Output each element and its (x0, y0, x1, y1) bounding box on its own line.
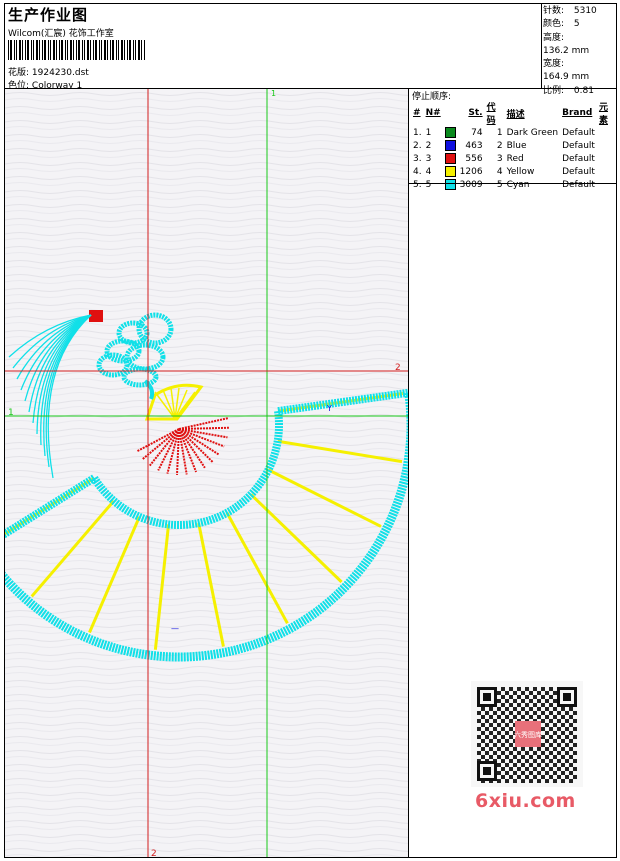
stop-row: 1. 1 74 1 Dark Green Default (411, 126, 617, 139)
row-swatch (443, 165, 458, 178)
row-element (597, 165, 617, 178)
row-brand: Default (562, 140, 595, 151)
row-element (597, 152, 617, 165)
color-swatch (444, 127, 456, 138)
col-n: N# (425, 108, 441, 118)
stop-row: 3. 3 556 3 Red Default (411, 152, 617, 165)
row-stitches: 556 (465, 153, 483, 164)
guide-label-h2: 2 (395, 363, 401, 373)
row-stitches: 463 (465, 140, 483, 151)
col-brand: Brand (562, 108, 593, 118)
row-element (597, 178, 617, 191)
row-desc: Dark Green (506, 127, 559, 138)
stat-width: 宽度: 164.9 mm (543, 59, 590, 83)
row-desc: Red (506, 153, 524, 164)
stitch-marker: Y (326, 404, 332, 413)
barcode (8, 40, 145, 60)
row-n: 5 (425, 179, 432, 190)
stitch-marker: — (171, 624, 179, 633)
color-swatch (444, 179, 456, 190)
row-desc: Blue (506, 140, 527, 151)
row-num: 1. (413, 127, 422, 138)
col-code: 代码 (486, 103, 496, 126)
row-code: 4 (496, 166, 503, 177)
row-swatch (443, 178, 458, 191)
header-divider-vertical (541, 3, 542, 88)
design-canvas: Y — 1 2 1 2 (5, 89, 408, 857)
col-stitches: St. (468, 108, 483, 118)
design-label: 花版: (8, 68, 30, 78)
stop-table-divider (409, 183, 617, 184)
row-swatch (443, 152, 458, 165)
design-value: 1924230.dst (31, 68, 89, 78)
row-brand: Default (562, 179, 595, 190)
row-code: 5 (496, 179, 503, 190)
qr-logo-text: 六秀图库 (514, 730, 542, 739)
row-stitches: 3009 (459, 179, 483, 190)
row-brand: Default (562, 127, 595, 138)
inner-fan-rib (178, 426, 229, 430)
color-swatch (444, 153, 456, 164)
stop-row: 4. 4 1206 4 Yellow Default (411, 165, 617, 178)
row-n: 1 (425, 127, 432, 138)
canvas-background (5, 89, 408, 857)
page-title: 生产作业图 (8, 6, 89, 24)
row-stitches: 74 (471, 127, 483, 138)
guide-label-h1: 1 (8, 408, 14, 418)
guide-label-v2: 2 (151, 849, 157, 857)
company-name: Wilcom(汇宸) 花饰工作室 (8, 29, 114, 39)
col-desc: 描述 (506, 109, 525, 120)
col-swatch (443, 100, 458, 126)
stop-row: 2. 2 463 2 Blue Default (411, 139, 617, 152)
row-code: 1 (496, 127, 503, 138)
row-code: 2 (496, 140, 503, 151)
stat-colors: 颜色: 5 (543, 19, 580, 30)
tassel-bead (89, 310, 103, 322)
row-swatch (443, 126, 458, 139)
col-element: 元素 (598, 103, 608, 126)
row-element (597, 126, 617, 139)
row-n: 3 (425, 153, 432, 164)
guide-label-v1: 1 (271, 89, 276, 98)
row-num: 4. (413, 166, 422, 177)
stop-table-header: # N# St. 代码 描述 Brand 元素 (411, 100, 617, 126)
stop-row: 5. 5 3009 5 Cyan Default (411, 178, 617, 191)
row-desc: Cyan (506, 179, 530, 190)
row-element (597, 139, 617, 152)
row-num: 5. (413, 179, 422, 190)
row-brand: Default (562, 153, 595, 164)
color-swatch (444, 166, 456, 177)
stats-panel: 针数: 5310 颜色: 5 高度: 136.2 mm 宽度: 164.9 mm… (543, 5, 620, 98)
design-line: 花版: 1924230.dst (8, 65, 89, 78)
row-swatch (443, 139, 458, 152)
color-swatch (444, 140, 456, 151)
row-n: 4 (425, 166, 432, 177)
row-num: 2. (413, 140, 422, 151)
watermark-site: 6xiu.com (475, 790, 576, 812)
header-panel: 生产作业图 Wilcom(汇宸) 花饰工作室 花版: 1924230.dst 色… (5, 4, 540, 91)
stop-sequence-table: # N# St. 代码 描述 Brand 元素 1. 1 74 1 Dark Green… (411, 100, 617, 191)
stat-stitches: 针数: 5310 (543, 6, 597, 16)
row-code: 3 (496, 153, 503, 164)
row-n: 2 (425, 140, 432, 151)
row-brand: Default (562, 166, 595, 177)
row-desc: Yellow (506, 166, 535, 177)
col-hash: # (413, 108, 421, 118)
row-stitches: 1206 (459, 166, 483, 177)
row-num: 3. (413, 153, 422, 164)
qr-code: 六秀图库 (471, 681, 583, 787)
stat-height: 高度: 136.2 mm (543, 32, 590, 56)
